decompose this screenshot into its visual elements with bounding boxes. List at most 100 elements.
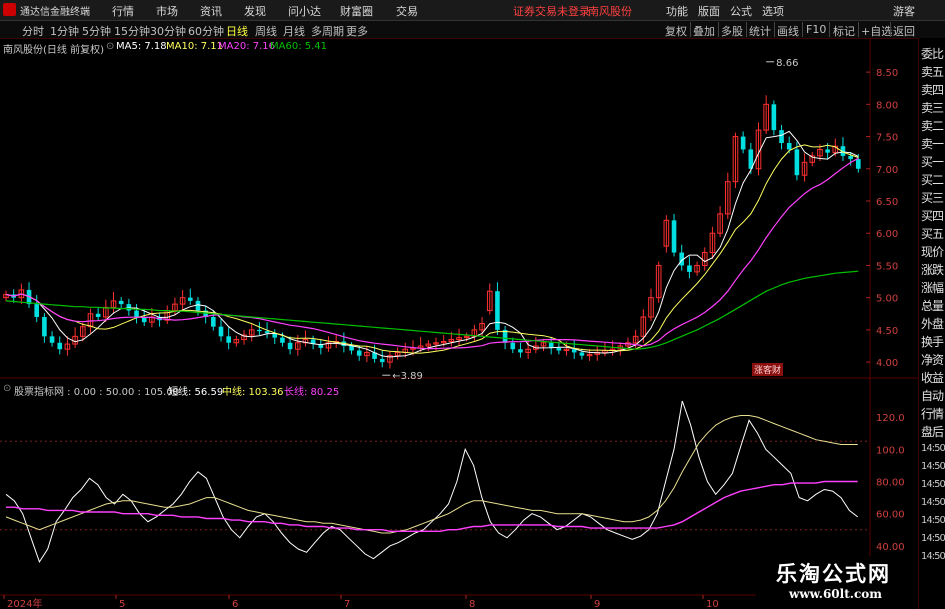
sidebar-label[interactable]: 涨幅 (921, 279, 944, 296)
sidebar-label[interactable]: 总量 (921, 297, 944, 314)
sidebar-label[interactable]: 14:50 (921, 515, 945, 526)
sidebar-label[interactable]: 卖四 (921, 81, 944, 98)
sidebar-label[interactable]: 14:50 (921, 443, 945, 454)
candle-body-down (226, 336, 231, 343)
login-alert[interactable]: 证券交易未登录 (513, 3, 590, 19)
toolbar-divider (746, 22, 747, 37)
sidebar-label[interactable]: 收益 (921, 369, 944, 386)
sidebar-label[interactable]: 净资 (921, 351, 944, 368)
candle-body-down (794, 149, 800, 176)
sidebar-label[interactable]: 盘后 (921, 423, 944, 440)
overlay-button[interactable]: 叠加 (693, 23, 715, 39)
menu-item-ask[interactable]: 问小达 (288, 3, 321, 19)
candle-body-down (856, 159, 861, 169)
ma10-line (5, 144, 859, 354)
menu-item-trade[interactable]: 交易 (396, 3, 418, 19)
menu-item-market[interactable]: 行情 (112, 3, 134, 19)
candle-body-down (42, 317, 47, 337)
candle-body-down (218, 326, 224, 337)
tab-period-multi[interactable]: 多周期 (311, 23, 344, 39)
time-tick-label: 7 (344, 599, 350, 609)
sidebar-label[interactable]: 买二 (921, 171, 944, 188)
sidebar-label[interactable]: 14:50 (921, 533, 945, 544)
menu-item-formula[interactable]: 公式 (730, 3, 752, 19)
sidebar-label[interactable]: 14:50 (921, 497, 945, 508)
app-name: 通达信金融终端 (20, 7, 90, 18)
tab-period-more[interactable]: 更多 (346, 23, 368, 39)
sidebar-label[interactable]: 14:50 (921, 479, 945, 490)
sidebar-label[interactable]: 行情 (921, 405, 944, 422)
sidebar-label[interactable]: 14:50 (921, 461, 945, 472)
candle-body-down (95, 313, 101, 317)
candle-body-down (280, 337, 285, 343)
sidebar-label[interactable]: 卖二 (921, 117, 944, 134)
adjust-button[interactable]: 复权 (665, 23, 687, 39)
tab-period-daily[interactable]: 日线 (226, 23, 248, 39)
chart-canvas[interactable]: 4.00 4.50 5.00 5.50 6.00 6.50 7.00 7.50 8.00 8.50… (0, 38, 918, 609)
price-tick-label: 6.50 (876, 197, 898, 208)
watermark-title: 乐淘公式网 (776, 562, 891, 586)
sidebar-label[interactable]: 买五 (921, 225, 944, 242)
menu-item-options[interactable]: 选项 (762, 3, 784, 19)
candle-body-down (510, 342, 516, 350)
time-tick-label: 8 (469, 599, 475, 609)
sidebar-label[interactable]: 买一 (921, 153, 944, 170)
indicator-tick-label: 40.00 (876, 542, 905, 553)
candle-body-down (211, 317, 216, 327)
indicator-tick-label: 60.00 (876, 510, 905, 521)
menu-item-markets[interactable]: 市场 (156, 3, 178, 19)
mark-button[interactable]: 标记 (833, 23, 855, 39)
sidebar-label[interactable]: 自动 (921, 387, 944, 404)
watermark: 乐淘公式网 www.60lt.com (756, 556, 918, 609)
candle-body-down (771, 104, 777, 131)
menu-item-functions[interactable]: 功能 (666, 3, 688, 19)
time-tick-label: 5 (119, 599, 125, 609)
sidebar-label[interactable]: 外盘 (921, 315, 944, 332)
sidebar-label[interactable]: 涨跌 (921, 261, 944, 278)
add-favorite-button[interactable]: +自选 (861, 23, 892, 39)
candle-body-down (495, 291, 500, 330)
sidebar-label[interactable]: 买三 (921, 189, 944, 206)
sidebar-label[interactable]: 14:50 (921, 551, 945, 562)
app-logo-icon (3, 3, 16, 16)
menu-item-layout[interactable]: 版面 (698, 3, 720, 19)
candle-body-down (257, 329, 262, 332)
menu-item-wealth[interactable]: 财富圈 (340, 3, 373, 19)
toolbar-divider (829, 22, 830, 37)
candle-body-down (187, 297, 193, 301)
back-button[interactable]: 返回 (893, 23, 915, 39)
sidebar-label[interactable]: 现价 (921, 243, 944, 260)
tab-period-intraday[interactable]: 分时 (22, 23, 44, 39)
tab-period-5min[interactable]: 5分钟 (82, 23, 111, 39)
tab-period-30min[interactable]: 30分钟 (150, 23, 186, 39)
sidebar-label[interactable]: 买四 (921, 207, 944, 224)
price-tick-label: 7.50 (876, 133, 898, 144)
toolbar-divider (802, 22, 803, 37)
tab-period-monthly[interactable]: 月线 (283, 23, 305, 39)
guest-label[interactable]: 游客 (893, 3, 915, 19)
sidebar-label[interactable]: 委比 (921, 45, 944, 62)
candle-body-down (671, 220, 677, 253)
multi-stock-button[interactable]: 多股 (721, 23, 743, 39)
tab-period-15min[interactable]: 15分钟 (114, 23, 150, 39)
tab-period-weekly[interactable]: 周线 (255, 23, 277, 39)
f10-button[interactable]: F10 (806, 23, 826, 36)
sidebar-label[interactable]: 卖三 (921, 99, 944, 116)
sidebar-label[interactable]: 换手 (921, 333, 944, 350)
menu-item-discover[interactable]: 发现 (244, 3, 266, 19)
candle-body-down (134, 310, 139, 317)
draw-button[interactable]: 画线 (777, 23, 799, 39)
tab-period-60min[interactable]: 60分钟 (188, 23, 224, 39)
sidebar-label[interactable]: 卖一 (921, 135, 944, 152)
tab-period-1min[interactable]: 1分钟 (50, 23, 79, 39)
candle-body-down (264, 331, 270, 334)
stock-name-alert[interactable]: 南风股份 (588, 3, 632, 19)
menu-item-news[interactable]: 资讯 (200, 3, 222, 19)
price-tick-label: 4.00 (876, 358, 898, 369)
sidebar-label[interactable]: 卖五 (921, 63, 944, 80)
stats-button[interactable]: 统计 (749, 23, 771, 39)
low-price-label: ←3.89 (392, 371, 423, 382)
stock-tag-badge[interactable]: 涨客财 (752, 363, 784, 376)
candle-body-down (379, 358, 385, 363)
candle-body-down (349, 346, 354, 351)
